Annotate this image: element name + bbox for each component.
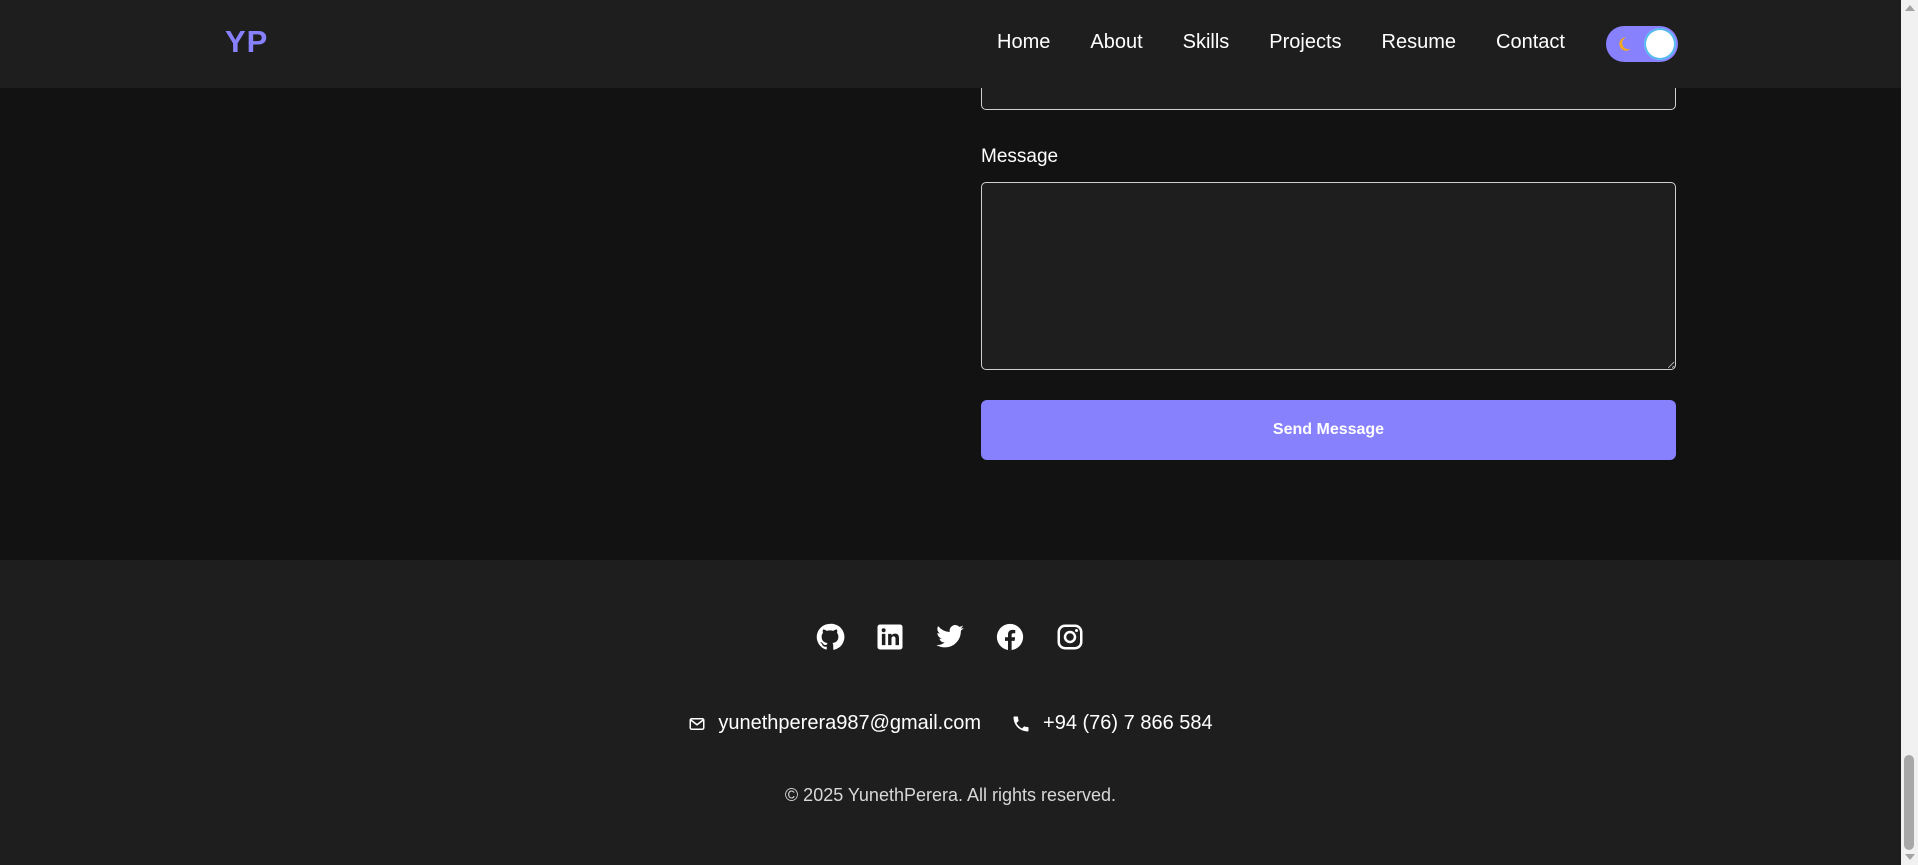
logo[interactable]: YP [225, 24, 268, 60]
nav-link-resume[interactable]: Resume [1382, 31, 1456, 54]
phone-contact[interactable]: +94 (76) 7 866 584 [1011, 712, 1213, 735]
nav-links: Home About Skills Projects Resume Contac… [997, 31, 1565, 54]
linkedin-icon [877, 624, 903, 650]
scroll-up-arrow-icon[interactable] [1905, 5, 1915, 11]
footer: yunethperera987@gmail.com +94 (76) 7 866… [0, 560, 1901, 865]
nav-link-about[interactable]: About [1090, 31, 1142, 54]
social-links [815, 622, 1085, 652]
email-contact[interactable]: yunethperera987@gmail.com [688, 712, 981, 735]
message-label: Message [981, 146, 1059, 167]
nav-link-home[interactable]: Home [997, 31, 1050, 54]
vertical-scrollbar[interactable] [1901, 0, 1918, 865]
phone-text: +94 (76) 7 866 584 [1043, 712, 1213, 734]
nav-link-projects[interactable]: Projects [1269, 31, 1341, 54]
scrollbar-thumb[interactable] [1904, 755, 1914, 850]
scroll-down-arrow-icon[interactable] [1905, 854, 1915, 860]
contact-info: yunethperera987@gmail.com +94 (76) 7 866… [0, 712, 1901, 735]
nav-link-skills[interactable]: Skills [1183, 31, 1230, 54]
page: Message Send Message YP Home About Skill… [0, 0, 1901, 865]
linkedin-link[interactable] [875, 622, 905, 652]
nav-link-contact[interactable]: Contact [1496, 31, 1565, 54]
facebook-icon [996, 623, 1024, 651]
twitter-link[interactable] [935, 622, 965, 652]
twitter-icon [936, 625, 964, 648]
facebook-link[interactable] [995, 622, 1025, 652]
phone-icon [1013, 716, 1029, 731]
instagram-link[interactable] [1055, 622, 1085, 652]
toggle-knob [1644, 28, 1676, 60]
navbar: YP Home About Skills Projects Resume Con… [0, 0, 1901, 88]
github-link[interactable] [815, 622, 845, 652]
moon-icon [1619, 37, 1631, 51]
github-icon [816, 623, 845, 650]
send-message-button[interactable]: Send Message [981, 400, 1676, 460]
theme-toggle[interactable] [1606, 26, 1678, 62]
message-textarea[interactable] [981, 182, 1676, 370]
email-text: yunethperera987@gmail.com [718, 712, 982, 734]
mail-icon [689, 717, 705, 730]
copyright-text: © 2025 YunethPerera. All rights reserved… [784, 785, 1117, 805]
instagram-icon [1057, 624, 1083, 650]
